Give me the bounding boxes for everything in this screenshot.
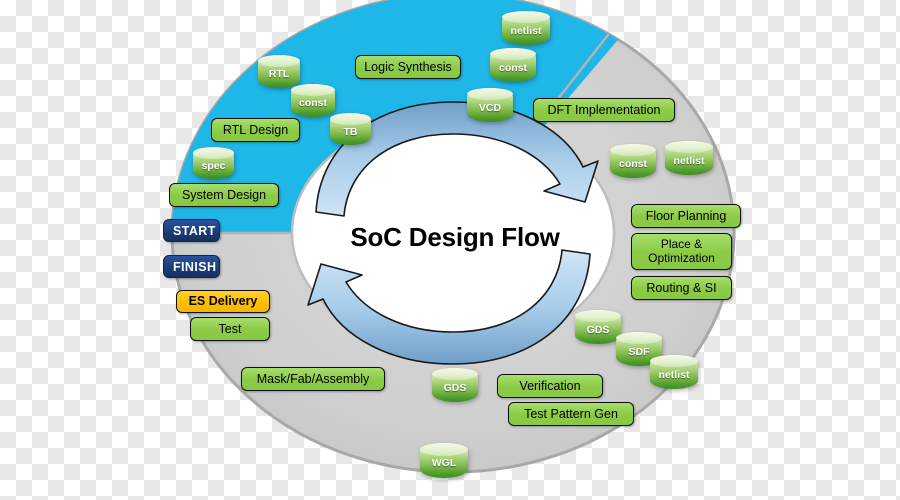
data-object-spec: spec [193, 147, 234, 179]
data-object-label: const [298, 97, 327, 109]
data-object-label: VCD [478, 101, 502, 114]
data-object-gds-mask: GDS [432, 368, 478, 402]
data-object-label: spec [201, 159, 226, 172]
data-object-label: const [618, 157, 647, 170]
data-object-wgl: WGL [420, 443, 468, 478]
data-object-label: GDS [586, 323, 610, 336]
data-object-netlist-verif: netlist [650, 355, 698, 389]
data-object-vcd: VCD [467, 88, 513, 122]
page-title: SoC Design Flow [350, 222, 560, 252]
process-step-es-delivery[interactable]: ES Delivery [176, 290, 270, 313]
data-object-const-dft: const [610, 144, 656, 178]
data-object-label: WGL [431, 457, 457, 469]
process-step-verification[interactable]: Verification [497, 374, 603, 398]
process-step-test-pattern-gen[interactable]: Test Pattern Gen [508, 402, 634, 426]
data-object-label: const [498, 61, 527, 74]
process-step-system-design[interactable]: System Design [169, 183, 279, 207]
data-object-tb: TB [330, 113, 371, 145]
process-step-routing-si[interactable]: Routing & SI [631, 276, 732, 300]
process-step-logic-synthesis[interactable]: Logic Synthesis [355, 55, 461, 79]
data-object-label: GDS [443, 381, 467, 394]
process-step-dft-implementation[interactable]: DFT Implementation [533, 98, 675, 122]
diagram-canvas: SoC Design Flow spec RTL const TB netlis… [0, 0, 900, 500]
data-object-netlist-dft: netlist [665, 141, 713, 175]
data-object-gds-pnr: GDS [575, 310, 621, 344]
process-step-floor-planning[interactable]: Floor Planning [631, 204, 741, 228]
process-step-test[interactable]: Test [190, 317, 270, 341]
process-step-place-optimization[interactable]: Place & Optimization [631, 233, 732, 270]
data-object-const-synth: const [490, 48, 536, 82]
data-object-label: netlist [510, 24, 542, 37]
data-object-label: netlist [673, 154, 705, 167]
data-object-label: netlist [658, 368, 690, 381]
data-object-label: RTL [268, 68, 290, 80]
data-object-label: SDF [628, 345, 650, 358]
data-object-netlist-synth: netlist [502, 11, 550, 45]
marker-start[interactable]: START [163, 219, 220, 242]
data-object-label: TB [343, 125, 358, 138]
process-step-rtl-design[interactable]: RTL Design [211, 118, 300, 142]
marker-finish[interactable]: FINISH [163, 255, 220, 278]
process-step-mask-fab-assembly[interactable]: Mask/Fab/Assembly [241, 367, 385, 391]
data-object-const-rtl: const [291, 84, 335, 117]
